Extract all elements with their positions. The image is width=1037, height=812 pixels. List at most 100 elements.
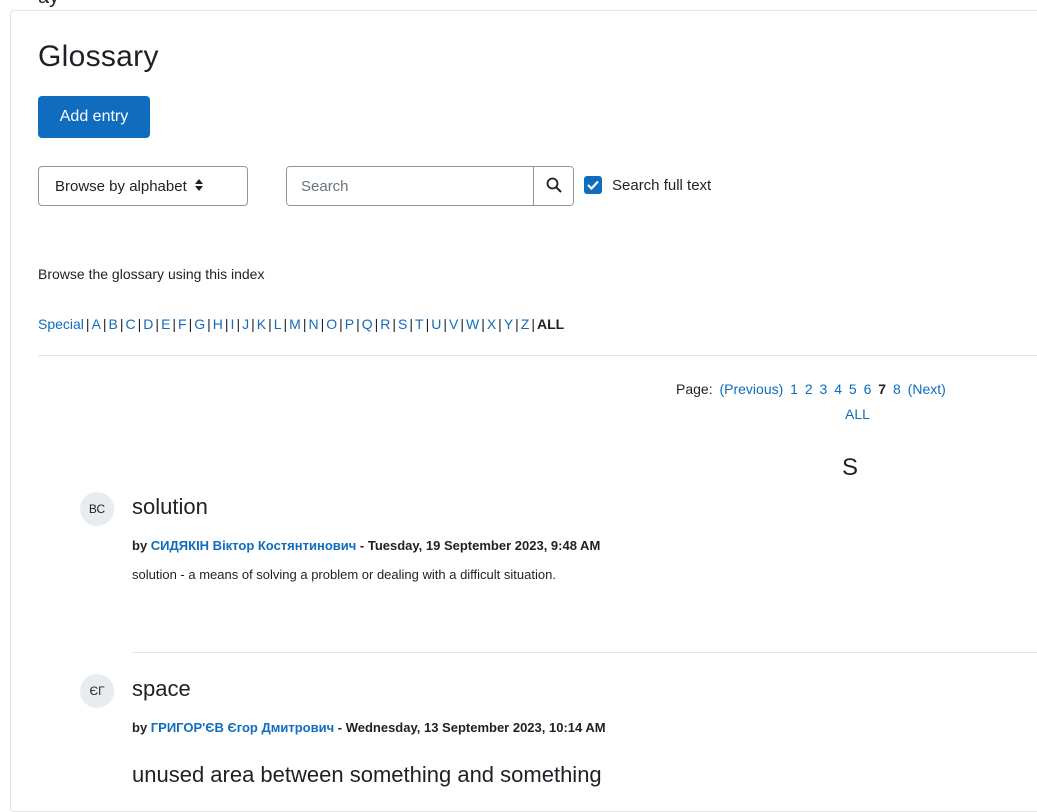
glossary-search (286, 166, 574, 206)
index-separator: | (236, 316, 241, 332)
index-separator: | (302, 316, 307, 332)
sort-caret-icon (194, 178, 203, 194)
browse-mode-select[interactable]: Browse by alphabet (38, 166, 248, 206)
index-separator: | (320, 316, 325, 332)
index-link-m[interactable]: M (289, 316, 301, 332)
paging-next-link[interactable]: (Next) (908, 381, 946, 397)
index-link-z[interactable]: Z (521, 316, 530, 332)
fulltext-checkbox[interactable] (584, 176, 602, 194)
magnifier-icon (546, 177, 562, 196)
paging-page-link[interactable]: 6 (864, 381, 872, 397)
index-separator: | (409, 316, 414, 332)
paging-current-page: 7 (878, 381, 887, 397)
index-separator: | (188, 316, 193, 332)
index-current-all: ALL (537, 316, 565, 332)
top-heading-fragment: ay (38, 0, 59, 9)
index-link-w[interactable]: W (466, 316, 479, 332)
avatar: ЄГ (80, 674, 114, 708)
index-link-y[interactable]: Y (504, 316, 513, 332)
index-separator: | (283, 316, 288, 332)
alphabet-index: Special | A | B | C | D | E | F | G | H | I | J | K | L | M | N | O | P |… (38, 316, 564, 332)
index-link-n[interactable]: N (308, 316, 318, 332)
index-link-e[interactable]: E (161, 316, 170, 332)
index-link-h[interactable]: H (213, 316, 223, 332)
byline-by: by (132, 538, 148, 553)
entry-concept: solution (132, 494, 208, 519)
index-separator: | (172, 316, 177, 332)
index-link-c[interactable]: C (126, 316, 136, 332)
index-separator: | (425, 316, 430, 332)
avatar: ВС (80, 492, 114, 526)
index-separator: | (498, 316, 502, 332)
index-link-b[interactable]: B (109, 316, 118, 332)
entry-concept: space (132, 676, 191, 701)
index-link-t[interactable]: T (415, 316, 424, 332)
index-separator: | (531, 316, 535, 332)
index-link-j[interactable]: J (242, 316, 249, 332)
author-link[interactable]: ГРИГОР'ЄВ Єгор Дмитрович (151, 720, 334, 735)
index-link-f[interactable]: F (178, 316, 187, 332)
paging-bar: Page: (Previous) 1 2 3 4 5 6 7 8 (Next) (676, 381, 946, 397)
index-separator: | (460, 316, 464, 332)
index-heading: Browse the glossary using this index (38, 266, 265, 282)
add-entry-button[interactable]: Add entry (38, 96, 150, 138)
byline-dash: - (356, 538, 368, 553)
index-separator: | (374, 316, 379, 332)
index-separator: | (392, 316, 397, 332)
index-link-l[interactable]: L (274, 316, 282, 332)
index-separator: | (137, 316, 142, 332)
divider (38, 355, 1037, 356)
index-separator: | (224, 316, 229, 332)
entry-date: Tuesday, 19 September 2023, 9:48 AM (367, 538, 601, 553)
byline-by: by (132, 720, 148, 735)
index-separator: | (251, 316, 255, 332)
paging-page-link[interactable]: 8 (893, 381, 901, 397)
index-separator: | (443, 316, 447, 332)
index-link-k[interactable]: K (257, 316, 266, 332)
index-separator: | (268, 316, 272, 332)
entry-divider (132, 652, 1037, 653)
paging-all-link[interactable]: ALL (845, 406, 870, 422)
index-link-x[interactable]: X (487, 316, 496, 332)
paging-previous-link[interactable]: (Previous) (719, 381, 783, 397)
index-link-p[interactable]: P (345, 316, 354, 332)
index-link-i[interactable]: I (231, 316, 235, 332)
index-separator: | (155, 316, 160, 332)
index-link-o[interactable]: O (326, 316, 337, 332)
index-link-v[interactable]: V (449, 316, 458, 332)
index-link-a[interactable]: A (92, 316, 101, 332)
index-link-special[interactable]: Special (38, 316, 84, 332)
index-separator: | (481, 316, 485, 332)
search-input[interactable] (287, 167, 533, 205)
paging-page-link[interactable]: 5 (849, 381, 857, 397)
index-link-d[interactable]: D (143, 316, 153, 332)
search-button[interactable] (533, 167, 573, 205)
fulltext-label: Search full text (612, 176, 712, 194)
entry-byline: by СИДЯКІН Віктор Костянтинович - Tuesda… (132, 538, 600, 553)
index-link-r[interactable]: R (380, 316, 390, 332)
entry-date: Wednesday, 13 September 2023, 10:14 AM (345, 720, 606, 735)
byline-dash: - (334, 720, 346, 735)
index-link-s[interactable]: S (398, 316, 407, 332)
index-link-g[interactable]: G (194, 316, 205, 332)
paging-page-link[interactable]: 3 (820, 381, 828, 397)
entry-byline: by ГРИГОР'ЄВ Єгор Дмитрович - Wednesday,… (132, 720, 606, 735)
paging-page-link[interactable]: 4 (834, 381, 842, 397)
index-link-u[interactable]: U (431, 316, 441, 332)
index-separator: | (356, 316, 360, 332)
paging-label: Page: (676, 381, 713, 397)
index-separator: | (119, 316, 124, 332)
index-link-q[interactable]: Q (362, 316, 373, 332)
browse-mode-selected: Browse by alphabet (55, 177, 187, 195)
author-link[interactable]: СИДЯКІН Віктор Костянтинович (151, 538, 357, 553)
entry-definition: solution - a means of solving a problem … (132, 567, 556, 582)
index-separator: | (102, 316, 107, 332)
index-separator: | (85, 316, 90, 332)
paging-page-link[interactable]: 2 (805, 381, 813, 397)
index-separator: | (339, 316, 343, 332)
page-title: Glossary (38, 40, 159, 73)
index-separator: | (515, 316, 519, 332)
index-separator: | (207, 316, 211, 332)
paging-page-link[interactable]: 1 (790, 381, 798, 397)
check-icon (587, 180, 599, 190)
